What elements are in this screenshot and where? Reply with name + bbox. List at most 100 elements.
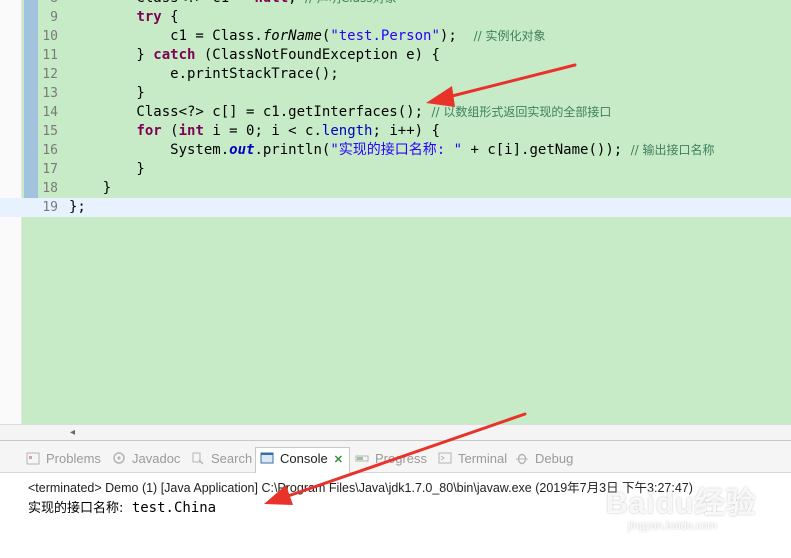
tab-search[interactable]: Search bbox=[191, 448, 252, 472]
code-token: ; bbox=[288, 0, 305, 6]
code-text: } catch (ClassNotFoundException e) { bbox=[69, 46, 440, 65]
code-token: i = 0; i < c. bbox=[203, 123, 322, 139]
code-line[interactable]: 18 } bbox=[0, 179, 791, 198]
code-token: try bbox=[136, 9, 162, 25]
code-line[interactable]: 13 } bbox=[0, 84, 791, 103]
tab-terminal[interactable]: Terminal bbox=[438, 448, 507, 472]
line-number: 9 bbox=[50, 10, 58, 25]
code-line[interactable]: 15 for (int i = 0; i < c.length; i++) { bbox=[0, 122, 791, 141]
code-token: ( bbox=[161, 123, 179, 139]
line-number: 10 bbox=[42, 29, 58, 44]
tab-label: Progress bbox=[375, 451, 428, 466]
code-token: null bbox=[254, 0, 288, 6]
tab-label: Search bbox=[211, 451, 253, 466]
code-token: .println( bbox=[254, 142, 331, 158]
console-status: <terminated> Demo (1) [Java Application]… bbox=[28, 481, 693, 495]
code-token: ; i++) { bbox=[372, 123, 440, 139]
code-line[interactable]: 8 Class<?> c1 = null; // 声明Class对象 bbox=[0, 0, 791, 8]
code-token: c1 = Class. bbox=[69, 28, 263, 44]
progress-icon bbox=[355, 450, 371, 464]
code-line[interactable]: 16 System.out.println("实现的接口名称: " + c[i]… bbox=[0, 141, 791, 160]
code-lines[interactable]: 8 Class<?> c1 = null; // 声明Class对象9 try … bbox=[0, 0, 791, 217]
code-text: } bbox=[69, 160, 145, 179]
code-token: { bbox=[161, 9, 179, 25]
code-line[interactable]: 10 c1 = Class.forName("test.Person"); //… bbox=[0, 27, 791, 46]
code-token: length bbox=[321, 123, 373, 139]
tab-label: Javadoc bbox=[132, 451, 181, 466]
tab-console[interactable]: Console ✕ bbox=[255, 447, 350, 473]
tab-label: Debug bbox=[535, 451, 574, 466]
line-number: 8 bbox=[38, 0, 58, 8]
tab-javadoc[interactable]: Javadoc bbox=[112, 448, 180, 472]
code-token: ); bbox=[439, 28, 474, 44]
javadoc-icon bbox=[112, 450, 128, 464]
code-text: for (int i = 0; i < c.length; i++) { bbox=[69, 122, 440, 141]
code-line[interactable]: 11 } catch (ClassNotFoundException e) { bbox=[0, 46, 791, 65]
tab-label: Terminal bbox=[458, 451, 508, 466]
terminal-icon bbox=[438, 450, 454, 464]
code-token: // 以数组形式返回实现的全部接口 bbox=[431, 105, 612, 119]
tab-label: Console bbox=[280, 451, 328, 466]
code-text: Class<?> c1 = null; // 声明Class对象 bbox=[69, 0, 396, 8]
code-token: } bbox=[69, 180, 112, 196]
code-line[interactable]: 17 } bbox=[0, 160, 791, 179]
line-number: 14 bbox=[42, 105, 58, 120]
code-token: out bbox=[229, 142, 255, 158]
code-token: for bbox=[136, 123, 162, 139]
tab-label: Problems bbox=[46, 451, 101, 466]
line-number: 17 bbox=[42, 162, 58, 177]
problems-icon bbox=[26, 450, 42, 465]
code-token: e.printStackTrace(); bbox=[69, 66, 339, 82]
code-token: forName bbox=[262, 28, 322, 44]
code-text: Class<?> c[] = c1.getInterfaces(); // 以数… bbox=[69, 103, 611, 122]
code-line[interactable]: 9 try { bbox=[0, 8, 791, 27]
code-token: // 声明Class对象 bbox=[305, 0, 396, 5]
code-line[interactable]: 14 Class<?> c[] = c1.getInterfaces(); //… bbox=[0, 103, 791, 122]
code-token: (ClassNotFoundException e) { bbox=[195, 47, 440, 63]
code-line[interactable]: 12 e.printStackTrace(); bbox=[0, 65, 791, 84]
tab-debug[interactable]: Debug bbox=[515, 448, 573, 472]
horizontal-scrollbar[interactable]: ◂ bbox=[66, 424, 791, 440]
line-number: 15 bbox=[42, 124, 58, 139]
console-output[interactable]: 实现的接口名称: test.China bbox=[28, 497, 216, 516]
code-token: } bbox=[69, 47, 154, 63]
console-output-label: 实现的接口名称: bbox=[28, 501, 124, 516]
code-text: }; bbox=[69, 198, 86, 217]
code-token: catch bbox=[153, 47, 196, 63]
line-number: 19 bbox=[42, 200, 58, 215]
close-icon[interactable]: ✕ bbox=[334, 449, 343, 471]
code-text: System.out.println("实现的接口名称: " + c[i].ge… bbox=[69, 141, 715, 160]
code-line[interactable]: 19}; bbox=[0, 198, 791, 217]
line-number: 13 bbox=[42, 86, 58, 101]
line-number: 12 bbox=[42, 67, 58, 82]
code-token: "实现的接口名称: " bbox=[330, 142, 463, 158]
code-token: }; bbox=[69, 199, 86, 215]
scroll-left-icon[interactable]: ◂ bbox=[70, 427, 75, 438]
console-output-value: test.China bbox=[123, 500, 217, 516]
code-text: c1 = Class.forName("test.Person"); // 实例… bbox=[69, 27, 546, 46]
tab-problems[interactable]: Problems bbox=[26, 448, 101, 472]
line-number: 16 bbox=[42, 143, 58, 158]
panel-tab-strip: Problems Javadoc Search Console ✕ Progress Ter… bbox=[0, 441, 791, 473]
line-number: 18 bbox=[42, 181, 58, 196]
console-icon bbox=[260, 450, 276, 464]
code-token: + c[i].getName()); bbox=[462, 142, 631, 158]
code-text: } bbox=[69, 84, 145, 103]
line-number: 11 bbox=[42, 48, 58, 63]
code-token: Class<?> c[] = c1.getInterfaces(); bbox=[69, 104, 432, 120]
tab-progress[interactable]: Progress bbox=[355, 448, 427, 472]
code-token: int bbox=[178, 123, 204, 139]
code-token: // 输出接口名称 bbox=[630, 143, 715, 157]
code-text: try { bbox=[69, 8, 179, 27]
code-token: Class<?> c1 = bbox=[69, 0, 254, 6]
code-token: } bbox=[69, 85, 145, 101]
code-editor[interactable]: 8 Class<?> c1 = null; // 声明Class对象9 try … bbox=[0, 0, 791, 440]
code-token: "test.Person" bbox=[330, 28, 440, 44]
search-icon bbox=[191, 450, 207, 465]
code-token: System. bbox=[69, 142, 230, 158]
code-token: } bbox=[69, 161, 145, 177]
console-panel: Problems Javadoc Search Console ✕ Progress Ter… bbox=[0, 440, 791, 558]
code-token: // 实例化对象 bbox=[473, 29, 546, 43]
